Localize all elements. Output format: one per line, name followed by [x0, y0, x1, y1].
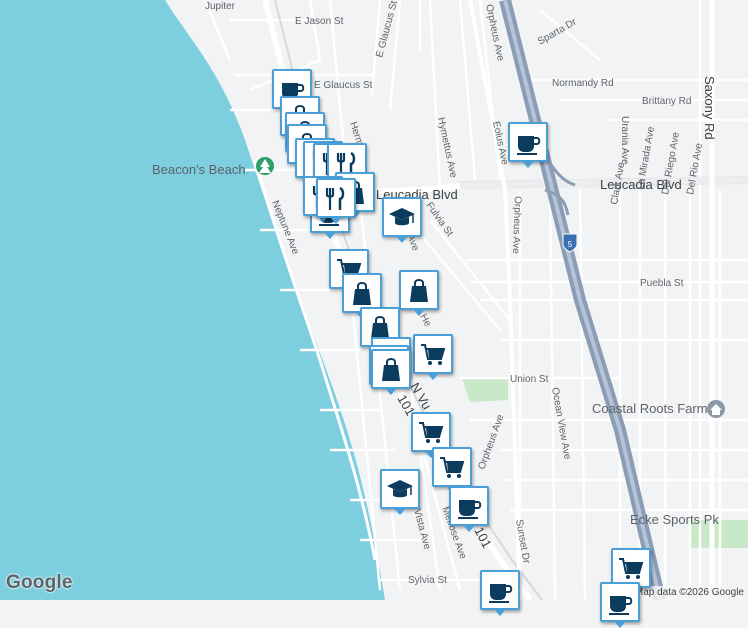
school-marker[interactable]	[380, 469, 420, 515]
street-label-union: Union St	[510, 374, 549, 385]
street-label-sylvia: Sylvia St	[408, 575, 447, 586]
shopping-icon	[409, 279, 429, 303]
street-label-jupiter: Jupiter	[205, 1, 236, 12]
grocery-icon	[618, 558, 643, 580]
park-area	[462, 378, 508, 402]
grocery-icon	[439, 457, 464, 479]
shopping-marker[interactable]	[399, 270, 439, 316]
grocery-marker[interactable]	[411, 412, 451, 458]
cafe-icon	[457, 499, 482, 520]
street-label-saxony: Saxony Rd	[702, 76, 717, 140]
street-label-urania: Urania Ave	[619, 116, 630, 165]
grocery-marker[interactable]	[413, 334, 453, 380]
school-icon	[386, 479, 414, 498]
restaurant-marker[interactable]	[316, 178, 356, 224]
i5-shield-icon: 5	[562, 233, 578, 253]
map-attribution[interactable]: Map data ©2026 Google	[630, 586, 748, 600]
street-label-orpheus-mid: Orpheus Ave	[510, 196, 523, 254]
place-label-beacons-beach[interactable]: Beacon's Beach	[152, 162, 246, 177]
grocery-marker[interactable]	[432, 447, 472, 493]
farm-poi-icon[interactable]	[707, 400, 725, 418]
street-label-e-glaucus: E Glaucus St	[314, 80, 373, 91]
grocery-icon	[418, 422, 443, 444]
street-label-e-jason: E Jason St	[295, 16, 344, 27]
shopping-icon	[381, 358, 401, 382]
street-label-puebla: Puebla St	[640, 278, 684, 289]
shopping-icon	[352, 282, 372, 306]
cafe-icon	[608, 595, 633, 616]
svg-text:5: 5	[568, 240, 573, 249]
shopping-marker[interactable]	[371, 349, 411, 395]
school-marker[interactable]	[382, 197, 422, 243]
street-label-normandy: Normandy Rd	[552, 78, 614, 89]
cafe-marker[interactable]	[449, 486, 489, 532]
cafe-marker[interactable]	[508, 122, 548, 168]
google-logo: Google	[6, 572, 73, 593]
place-label-coastal-roots-farm[interactable]: Coastal Roots Farm	[592, 401, 708, 416]
street-label-brittany: Brittany Rd	[642, 96, 691, 107]
place-label-ecke-sports-park[interactable]: Ecke Sports Pk	[630, 512, 719, 527]
park-poi-icon[interactable]	[256, 157, 274, 175]
cafe-icon	[516, 135, 541, 156]
cafe-marker[interactable]	[480, 570, 520, 616]
school-icon	[388, 207, 416, 226]
grocery-icon	[420, 344, 445, 366]
cafe-marker[interactable]	[600, 582, 640, 628]
restaurant-icon	[325, 186, 345, 212]
